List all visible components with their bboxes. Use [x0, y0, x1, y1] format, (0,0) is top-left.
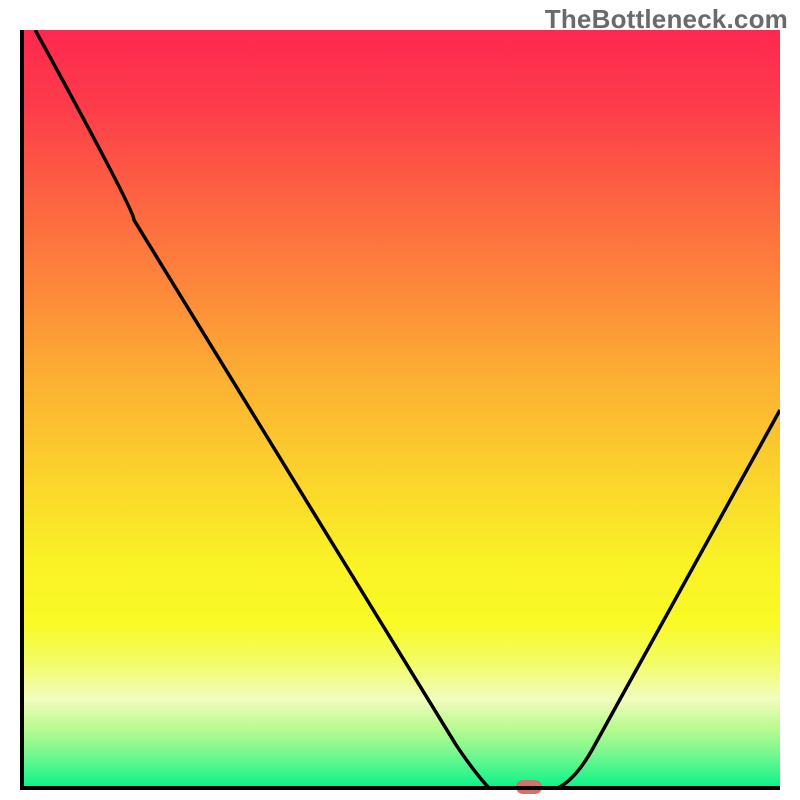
x-axis	[20, 786, 780, 790]
chart-container: TheBottleneck.com	[0, 0, 800, 800]
bottleneck-curve	[20, 30, 780, 790]
plot-area	[20, 30, 780, 790]
y-axis	[20, 30, 24, 790]
